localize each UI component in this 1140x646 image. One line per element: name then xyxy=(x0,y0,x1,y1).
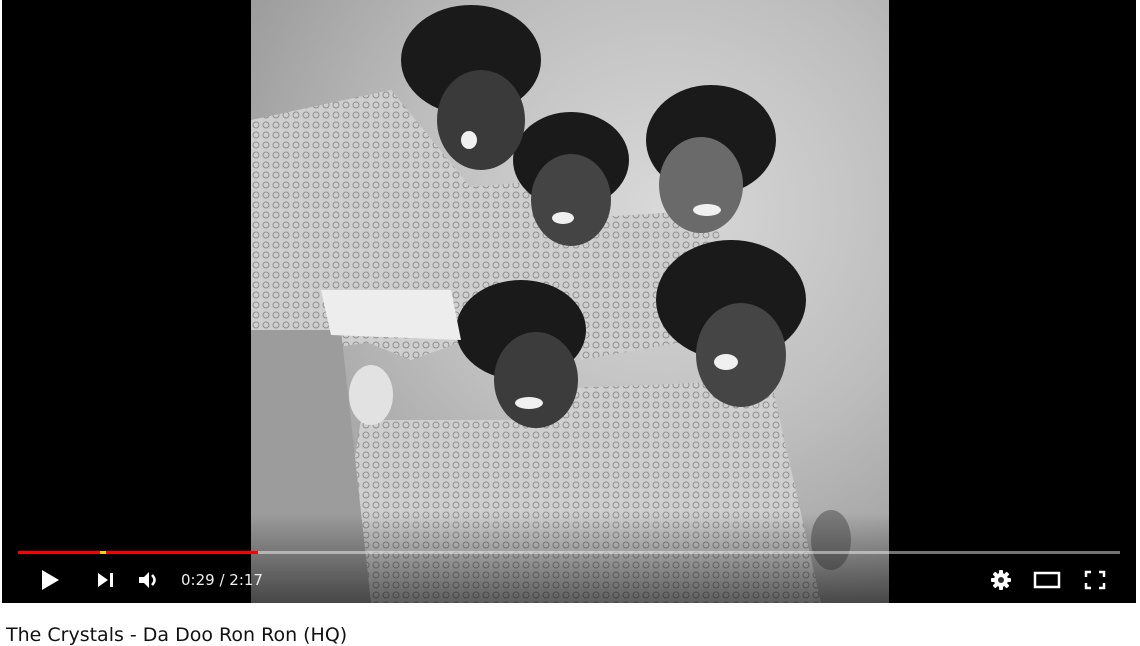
next-button[interactable] xyxy=(94,568,118,592)
gear-icon xyxy=(991,570,1011,590)
time-total: 2:17 xyxy=(229,571,263,589)
player-controls: 0:29 / 2:17 xyxy=(2,560,1136,600)
time-display: 0:29 / 2:17 xyxy=(181,568,263,592)
fullscreen-icon xyxy=(1084,570,1106,590)
time-separator: / xyxy=(214,571,230,589)
theater-mode-button[interactable] xyxy=(1032,568,1062,592)
video-player[interactable]: 0:29 / 2:17 xyxy=(2,0,1136,603)
play-icon xyxy=(42,570,59,590)
volume-button[interactable] xyxy=(136,568,162,592)
video-title: The Crystals - Da Doo Ron Ron (HQ) xyxy=(6,624,348,646)
theater-mode-icon xyxy=(1033,571,1061,589)
fullscreen-button[interactable] xyxy=(1082,568,1108,592)
volume-icon xyxy=(139,572,156,588)
settings-button[interactable] xyxy=(988,568,1014,592)
ad-marker xyxy=(99,551,106,554)
progress-played xyxy=(18,551,259,554)
play-button[interactable] xyxy=(38,568,62,592)
skip-next-icon xyxy=(98,573,113,587)
progress-bar[interactable] xyxy=(18,551,1120,554)
time-current: 0:29 xyxy=(181,571,215,589)
